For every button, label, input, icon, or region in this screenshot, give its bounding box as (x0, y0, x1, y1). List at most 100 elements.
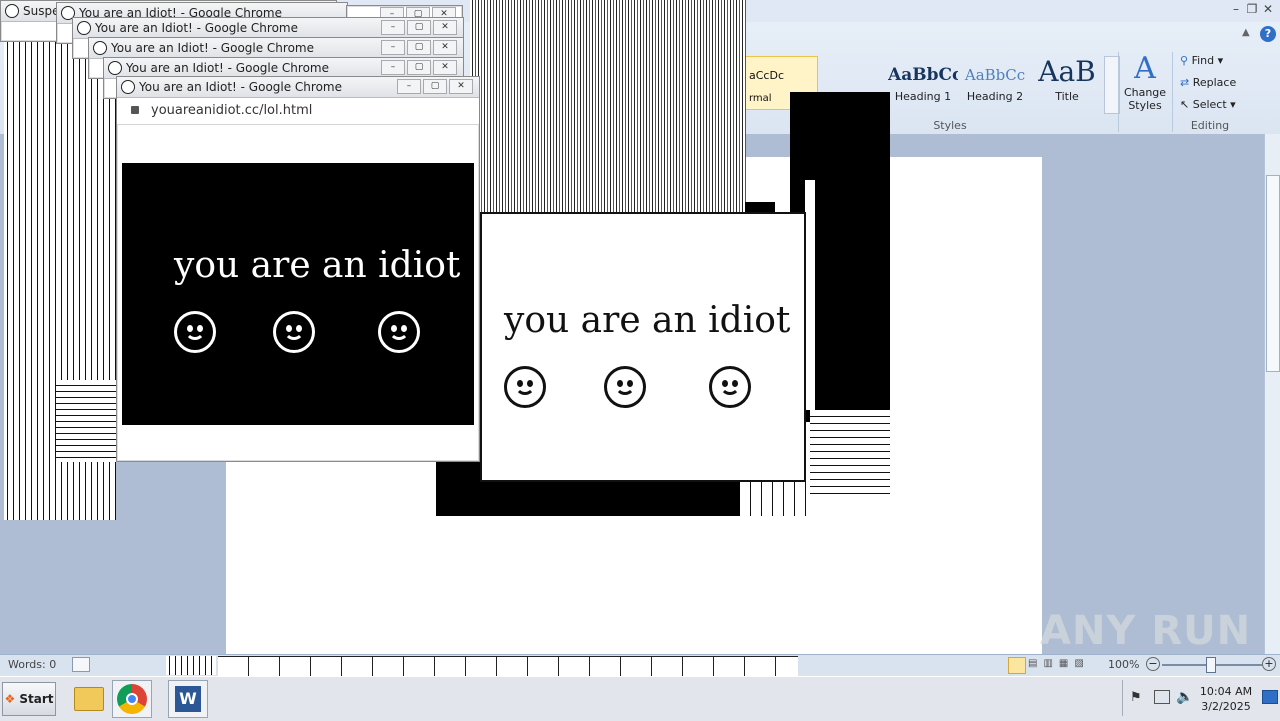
idiot-popup-window[interactable]: you are an idiot (480, 212, 806, 482)
minimize-button[interactable]: – (397, 79, 421, 94)
style-title-sample: AaB (1038, 56, 1096, 88)
word-icon: W (175, 686, 201, 712)
word-restore-button[interactable]: ❐ (1244, 2, 1260, 16)
zoom-out-button[interactable]: − (1146, 657, 1160, 671)
close-button[interactable]: ✕ (433, 20, 457, 35)
windows-logo-icon: ❖ (4, 692, 16, 706)
lock-icon (131, 106, 139, 114)
smiley-icon (121, 80, 135, 94)
style-title-label: Title (1055, 90, 1079, 103)
page-content-black: you are an idiot (122, 163, 474, 425)
maximize-button[interactable]: ▢ (407, 60, 431, 75)
style-normal-label: rmal (749, 93, 772, 104)
zoom-slider-thumb[interactable] (1206, 657, 1216, 673)
maximize-button[interactable]: ▢ (423, 79, 447, 94)
change-styles-label-1: Change (1123, 86, 1167, 99)
address-bar[interactable]: youareanidiot.cc/lol.html (117, 98, 479, 125)
style-normal-sample: aCcDc (749, 69, 784, 82)
minimize-button[interactable]: – (381, 40, 405, 55)
word-minimize-button[interactable]: – (1228, 2, 1244, 16)
smiley-face-icon (504, 366, 546, 408)
zoom-level[interactable]: 100% (1108, 658, 1139, 671)
style-heading-2-sample: AaBbCc (964, 66, 1026, 84)
ribbon-separator (1172, 52, 1173, 132)
network-icon[interactable] (1154, 690, 1170, 704)
chrome-window-title: You are an Idiot! - Google Chrome (126, 61, 329, 75)
ribbon-separator (1118, 52, 1119, 132)
close-button[interactable]: ✕ (433, 40, 457, 55)
smiley-icon (108, 61, 122, 75)
start-label: Start (19, 692, 54, 706)
smiley-face-icon (174, 311, 216, 353)
clock[interactable]: 10:04 AM 3/2/2025 (1196, 684, 1256, 714)
change-styles-label-2: Styles (1128, 99, 1162, 112)
window-trail-bottom (56, 380, 116, 462)
popup-idiot-message: you are an idiot (504, 300, 791, 341)
select-button[interactable]: ↖ Select ▾ (1180, 98, 1236, 116)
taskbar-explorer[interactable] (68, 680, 108, 718)
popup-trail-gap (805, 180, 815, 410)
taskbar-chrome[interactable] (112, 680, 152, 718)
word-count[interactable]: Words: 0 (8, 658, 56, 671)
chrome-title-bar[interactable]: You are an Idiot! - Google Chrome – ▢ ✕ (117, 77, 479, 98)
show-desktop-icon[interactable] (1262, 690, 1278, 704)
chrome-window-title: You are an Idiot! - Google Chrome (111, 41, 314, 55)
smiley-face-icon (604, 366, 646, 408)
folder-icon (74, 687, 104, 711)
replace-icon: ⇄ (1180, 76, 1190, 89)
chrome-title-bar[interactable]: You are an Idiot! - Google Chrome – ▢ ✕ (73, 18, 463, 39)
smiley-icon (93, 41, 107, 55)
start-button[interactable]: ❖ Start (2, 682, 56, 716)
maximize-button[interactable]: ▢ (407, 20, 431, 35)
watermark: ANY RUN (1040, 608, 1252, 654)
replace-button[interactable]: ⇄ Replace (1180, 76, 1236, 94)
editing-group-label: Editing (1190, 119, 1230, 132)
minimize-button[interactable]: – (381, 60, 405, 75)
close-button[interactable]: ✕ (433, 60, 457, 75)
chrome-window-front[interactable]: You are an Idiot! - Google Chrome – ▢ ✕ … (116, 76, 480, 462)
style-title[interactable]: AaB Title (1032, 56, 1102, 110)
find-button[interactable]: ⚲ Find ▾ (1180, 54, 1223, 72)
proofing-icon[interactable] (72, 657, 90, 672)
style-heading-2[interactable]: AaBbCc Heading 2 (960, 56, 1030, 110)
close-button[interactable]: ✕ (449, 79, 473, 94)
style-heading-2-label: Heading 2 (966, 90, 1024, 103)
word-close-button[interactable]: ✕ (1260, 2, 1276, 16)
style-heading-1-sample: AaBbCc (888, 65, 958, 85)
change-styles-button[interactable]: A Change Styles (1121, 52, 1169, 120)
cursor-icon: ↖ (1180, 98, 1190, 111)
url-text[interactable]: youareanidiot.cc/lol.html (151, 103, 312, 118)
tray-separator (1122, 680, 1123, 716)
find-label: Find (1191, 54, 1215, 67)
glitch-artifact (166, 656, 216, 675)
ribbon-collapse-icon[interactable]: ▲ (1242, 27, 1250, 38)
chrome-window-title: Suspe (23, 4, 60, 18)
binoculars-icon: ⚲ (1180, 54, 1189, 67)
print-layout-view-icon[interactable] (1008, 657, 1026, 674)
maximize-button[interactable]: ▢ (407, 40, 431, 55)
volume-icon[interactable]: 🔈 (1176, 689, 1193, 705)
glitch-artifact (218, 656, 798, 676)
chrome-window-title: You are an Idiot! - Google Chrome (139, 80, 342, 94)
view-buttons[interactable]: ▤▥▦▧ (1028, 658, 1098, 671)
zoom-in-button[interactable]: + (1262, 657, 1276, 671)
taskbar-word[interactable]: W (168, 680, 208, 718)
action-center-flag-icon[interactable]: ⚑ (1130, 690, 1142, 705)
chrome-window-title: You are an Idiot! - Google Chrome (95, 21, 298, 35)
scrollbar-thumb[interactable] (1266, 175, 1280, 372)
smiley-face-icon (378, 311, 420, 353)
style-heading-1-label: Heading 1 (894, 90, 952, 103)
popup-trail-bottom-edge (740, 480, 806, 516)
minimize-button[interactable]: – (381, 20, 405, 35)
smiley-icon (5, 4, 19, 18)
styles-group-label: Styles (933, 119, 967, 132)
window-trail-top (470, 0, 746, 214)
idiot-message: you are an idiot (174, 245, 461, 286)
chrome-title-bar[interactable]: You are an Idiot! - Google Chrome – ▢ ✕ (89, 38, 463, 59)
smiley-face-icon (273, 311, 315, 353)
smiley-icon (77, 21, 91, 35)
help-icon[interactable]: ? (1260, 26, 1276, 42)
popup-trail-bottom-right (810, 410, 890, 494)
style-heading-1[interactable]: AaBbCc Heading 1 (888, 56, 958, 110)
replace-label: Replace (1192, 76, 1237, 89)
